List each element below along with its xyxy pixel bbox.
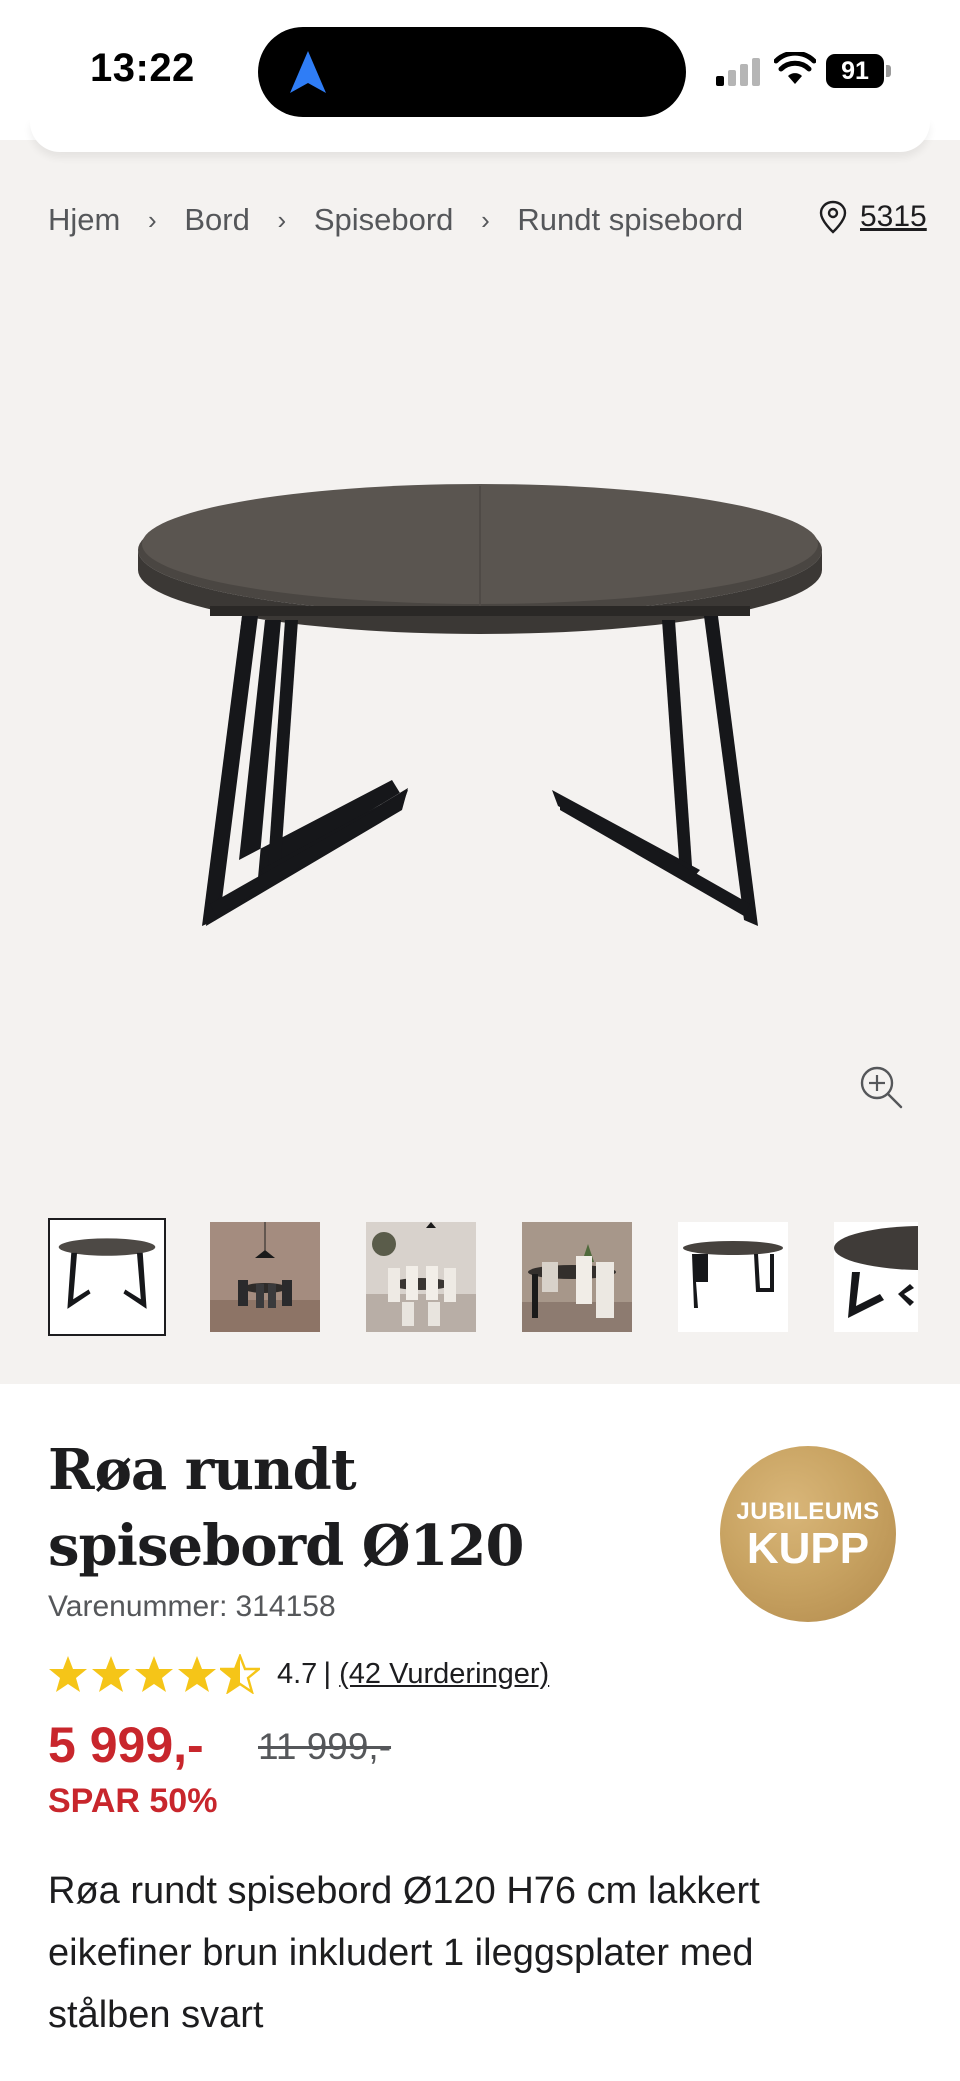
dynamic-island	[258, 27, 686, 117]
thumbnail-2[interactable]	[210, 1222, 320, 1332]
product-gallery: Hjem › Bord › Spisebord › Rundt spisebor…	[0, 140, 960, 1384]
breadcrumb: Hjem › Bord › Spisebord › Rundt spisebor…	[48, 202, 743, 238]
header-card-edge	[30, 118, 930, 152]
original-price: 11 999,-	[258, 1726, 392, 1767]
jubileums-kupp-badge: JUBILEUMS KUPP	[720, 1446, 896, 1622]
rating: 4.7 | (42 Vurderinger)	[48, 1654, 549, 1694]
product-info: Røa rundt spisebord Ø120 JUBILEUMS KUPP …	[0, 1384, 960, 2081]
cellular-signal-icon	[716, 56, 764, 86]
chevron-right-icon: ›	[481, 204, 490, 235]
breadcrumb-spisebord[interactable]: Spisebord	[314, 202, 454, 238]
savings-label: SPAR 50%	[48, 1782, 218, 1820]
thumbnail-6[interactable]	[834, 1222, 918, 1332]
battery-level: 91	[826, 54, 884, 88]
map-pin-icon	[819, 200, 847, 234]
star-half-icon	[220, 1654, 260, 1694]
rating-value: 4.7	[277, 1657, 318, 1690]
sku-label: Varenummer:	[48, 1590, 228, 1623]
thumbnail-4[interactable]	[522, 1222, 632, 1332]
star-full-icon	[135, 1656, 173, 1692]
thumbnail-3[interactable]	[366, 1222, 476, 1332]
star-full-icon	[92, 1656, 130, 1692]
star-full-icon	[49, 1656, 87, 1692]
sku-value: 314158	[235, 1590, 336, 1623]
breadcrumb-home[interactable]: Hjem	[48, 202, 120, 238]
store-location[interactable]: 5315	[818, 200, 927, 234]
thumbnail-5[interactable]	[678, 1222, 788, 1332]
thumbnail-1[interactable]	[48, 1218, 166, 1336]
breadcrumb-rundt-spisebord[interactable]: Rundt spisebord	[517, 202, 743, 238]
status-time: 13:22	[90, 46, 195, 90]
sku: Varenummer: 314158	[48, 1590, 336, 1624]
reviews-link[interactable]: (42 Vurderinger)	[339, 1658, 549, 1691]
current-price: 5 999,-	[48, 1717, 204, 1773]
location-arrow-icon	[290, 51, 326, 93]
product-image[interactable]	[130, 460, 830, 1140]
breadcrumb-bord[interactable]: Bord	[184, 202, 249, 238]
chevron-right-icon: ›	[148, 204, 157, 235]
thumbnail-strip	[48, 1218, 918, 1338]
location-code[interactable]: 5315	[860, 200, 927, 234]
badge-line-2: KUPP	[746, 1524, 870, 1573]
badge-line-1: JUBILEUMS	[736, 1498, 880, 1525]
star-full-icon	[178, 1656, 216, 1692]
rating-stars	[48, 1654, 263, 1694]
rating-separator: |	[323, 1657, 332, 1690]
zoom-in-icon[interactable]	[858, 1064, 904, 1110]
battery-icon: 91	[826, 54, 892, 88]
chevron-right-icon: ›	[277, 204, 287, 235]
product-description: Røa rundt spisebord Ø120 H76 cm lakkert …	[48, 1870, 760, 2036]
product-title: Røa rundt spisebord Ø120	[48, 1437, 524, 1579]
wifi-icon	[774, 52, 816, 84]
